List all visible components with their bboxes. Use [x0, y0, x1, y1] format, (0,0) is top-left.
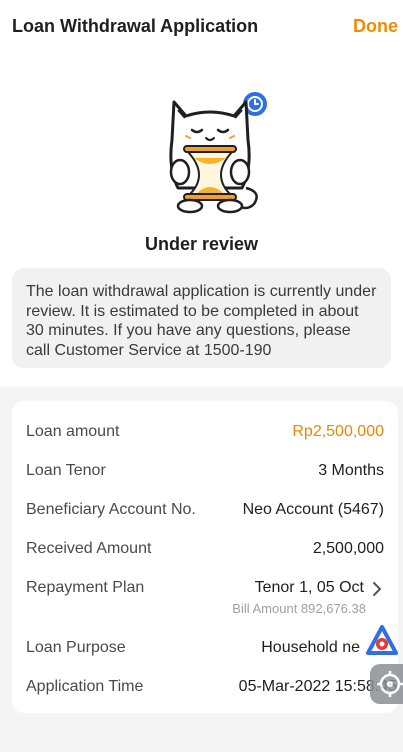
beneficiary-value: Neo Account (5467)	[242, 501, 384, 518]
chevron-right-icon[interactable]	[370, 580, 384, 598]
detail-row-received-amount: Received Amount 2,500,000	[26, 540, 384, 564]
done-button[interactable]: Done	[353, 16, 398, 37]
floating-settings-button[interactable]	[370, 664, 403, 704]
received-amount-value: 2,500,000	[312, 540, 384, 557]
detail-row-loan-purpose: Loan Purpose Household ne	[26, 639, 384, 663]
beneficiary-label: Beneficiary Account No.	[26, 501, 196, 518]
loan-tenor-label: Loan Tenor	[26, 462, 106, 479]
loan-amount-value: Rp2,500,000	[292, 423, 384, 440]
detail-row-application-time: Application Time 05-Mar-2022 15:58:45	[26, 678, 397, 702]
bill-amount-text: Bill Amount 892,676.38	[232, 601, 366, 616]
review-notice: The loan withdrawal application is curre…	[12, 268, 391, 368]
cat-hourglass-illustration	[169, 90, 269, 214]
loan-tenor-value: 3 Months	[318, 462, 384, 479]
repayment-plan-value[interactable]: Tenor 1, 05 Oct	[255, 579, 364, 597]
application-time-label: Application Time	[26, 678, 144, 695]
detail-row-loan-tenor: Loan Tenor 3 Months	[26, 462, 384, 486]
assistant-icon[interactable]	[364, 624, 400, 660]
app-header: Loan Withdrawal Application Done	[0, 0, 403, 52]
loan-amount-label: Loan amount	[26, 423, 120, 440]
top-panel: Loan Withdrawal Application Done Under r…	[0, 0, 403, 387]
loan-purpose-label: Loan Purpose	[26, 639, 126, 656]
page-title: Loan Withdrawal Application	[12, 16, 259, 36]
repayment-plan-label: Repayment Plan	[26, 579, 145, 596]
status-title: Under review	[144, 234, 259, 254]
detail-row-beneficiary: Beneficiary Account No. Neo Account (546…	[26, 501, 384, 525]
loan-details-card: Loan amount Rp2,500,000 Loan Tenor 3 Mon…	[12, 401, 398, 713]
loan-purpose-value: Household ne	[261, 639, 360, 656]
detail-row-repayment-plan[interactable]: Repayment Plan Tenor 1, 05 Oct Bill Amou…	[26, 579, 384, 623]
detail-row-loan-amount: Loan amount Rp2,500,000	[26, 423, 384, 447]
settings-icon[interactable]	[370, 664, 403, 704]
received-amount-label: Received Amount	[26, 540, 152, 557]
